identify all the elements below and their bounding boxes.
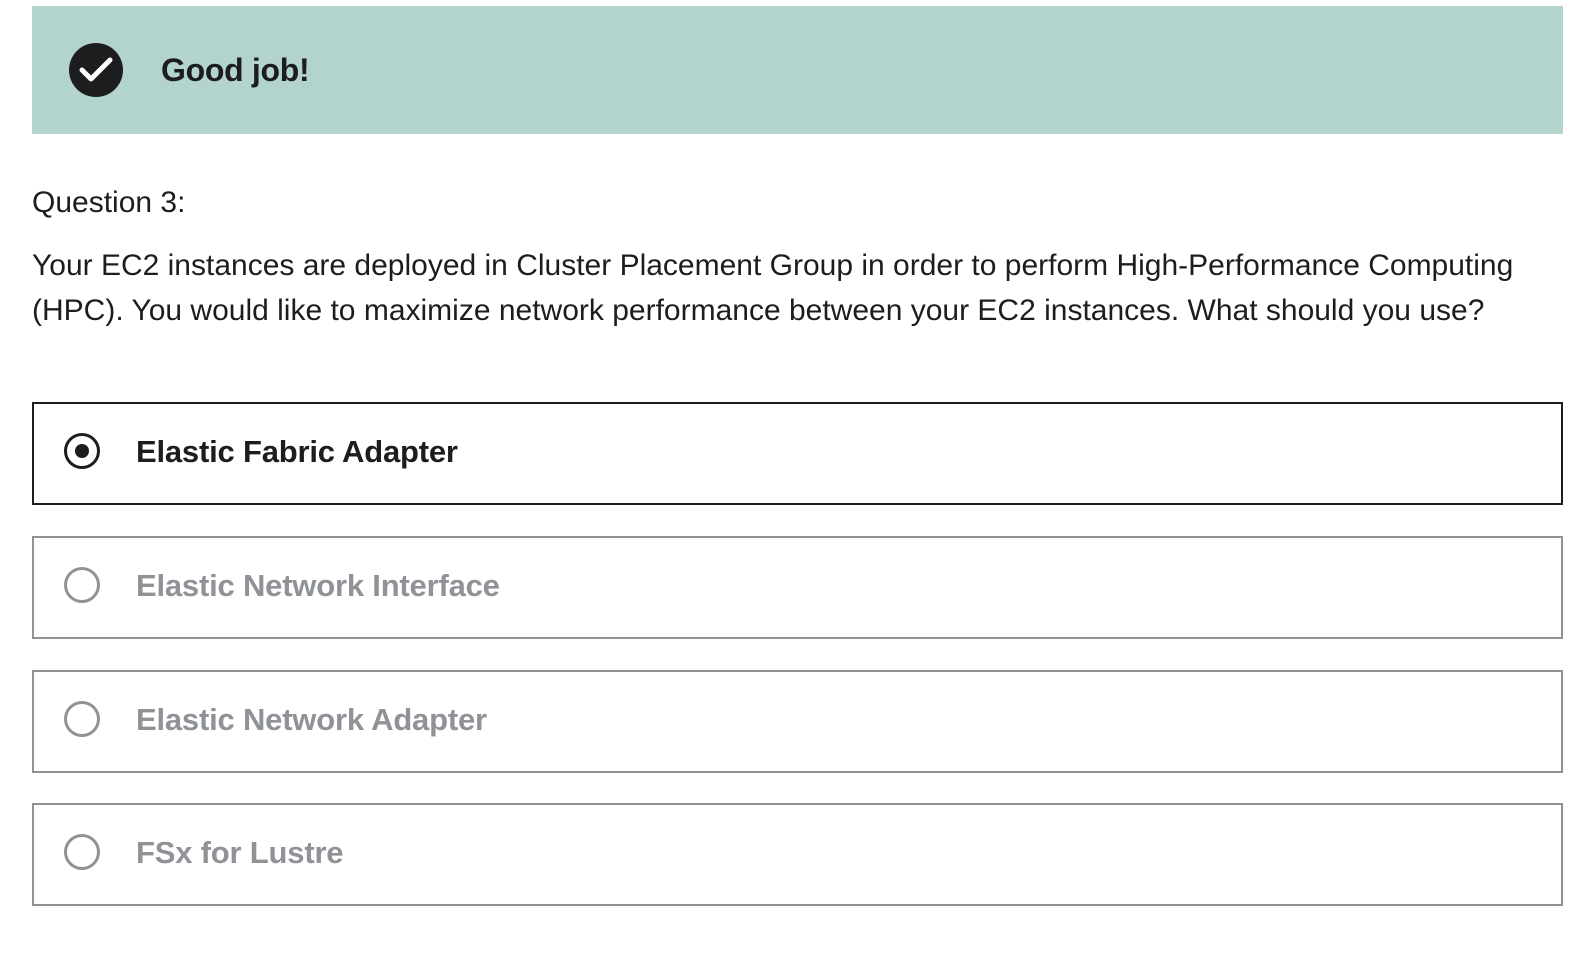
answer-option-label: Elastic Network Adapter (136, 702, 487, 737)
success-message: Good job! (161, 52, 310, 88)
question-text: Your EC2 instances are deployed in Clust… (32, 249, 1514, 327)
radio-unselected-icon[interactable] (64, 834, 100, 870)
success-banner: Good job! (32, 6, 1563, 134)
radio-unselected-icon[interactable] (64, 701, 100, 737)
answer-option-label: Elastic Fabric Adapter (136, 434, 458, 469)
check-circle-icon (69, 43, 123, 97)
answer-option-2[interactable]: Elastic Network Interface (32, 536, 1563, 639)
checkmark-icon (79, 57, 113, 82)
radio-dot (75, 444, 89, 458)
radio-selected-icon[interactable] (64, 433, 100, 469)
answer-option-4[interactable]: FSx for Lustre (32, 803, 1563, 906)
answer-option-3[interactable]: Elastic Network Adapter (32, 670, 1563, 773)
question-number: Question 3: (32, 186, 186, 219)
quiz-page: Good job! Question 3: Your EC2 instances… (0, 0, 1594, 966)
answer-option-label: FSx for Lustre (136, 835, 344, 870)
answer-option-label: Elastic Network Interface (136, 568, 500, 603)
answer-option-1[interactable]: Elastic Fabric Adapter (32, 402, 1563, 505)
radio-unselected-icon[interactable] (64, 567, 100, 603)
